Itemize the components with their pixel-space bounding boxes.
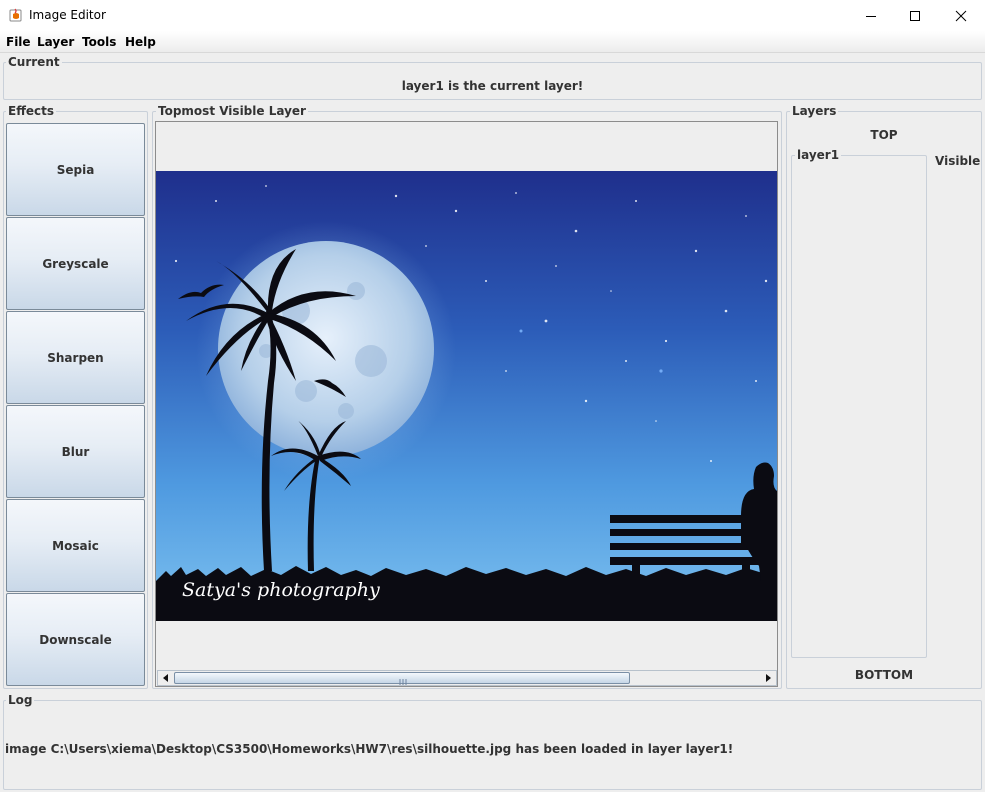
horizontal-scrollbar[interactable] [157,670,777,686]
menu-help[interactable]: Help [125,35,156,49]
log-message: image C:\Users\xiema\Desktop\CS3500\Home… [5,742,734,756]
close-icon [955,10,967,21]
layers-top-label: TOP [870,128,898,142]
layer-image: Satya's photography [156,171,777,621]
minimize-button[interactable] [848,0,894,31]
menu-layer[interactable]: Layer [37,35,74,49]
scrollbar-thumb[interactable] [174,672,630,685]
menu-bar: File Layer Tools Help [0,31,985,53]
maximize-icon [910,10,920,21]
layers-bottom-label: BOTTOM [854,668,914,682]
title-bar[interactable]: Image Editor [0,0,985,31]
blur-button[interactable]: Blur [6,405,145,498]
close-button[interactable] [938,0,984,31]
maximize-button[interactable] [892,0,938,31]
effects-legend: Effects [6,104,57,118]
topmost-layer-legend: Topmost Visible Layer [156,104,308,118]
log-legend: Log [6,693,35,707]
menu-file[interactable]: File [6,35,31,49]
layer-entry-layer1[interactable] [791,155,927,658]
current-layer-message: layer1 is the current layer! [401,79,584,93]
layers-legend: Layers [790,104,839,118]
scroll-left-button[interactable] [158,671,174,685]
menu-tools[interactable]: Tools [82,35,116,49]
layer-visible-label[interactable]: Visible [935,154,980,168]
triangle-right-icon [766,674,771,682]
greyscale-button[interactable]: Greyscale [6,217,145,310]
grip-icon [399,679,407,685]
scroll-right-button[interactable] [760,671,776,685]
java-app-icon [8,7,24,23]
layer-name: layer1 [795,148,842,162]
minimize-icon [866,15,876,17]
image-watermark: Satya's photography [182,579,380,601]
mosaic-button[interactable]: Mosaic [6,499,145,592]
current-legend: Current [6,55,62,69]
triangle-left-icon [163,674,168,682]
sharpen-button[interactable]: Sharpen [6,311,145,404]
sepia-button[interactable]: Sepia [6,123,145,216]
downscale-button[interactable]: Downscale [6,593,145,686]
window-title: Image Editor [29,8,106,22]
